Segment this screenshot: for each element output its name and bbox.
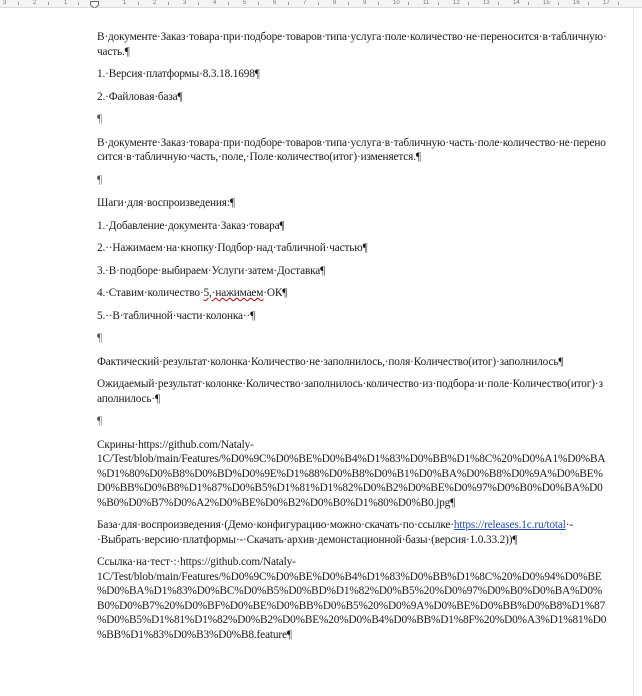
ruler-label: 3	[3, 0, 7, 6]
ruler-tick	[318, 2, 319, 5]
paragraph[interactable]: Ожидаемый·результат·колонке·Количество·з…	[97, 377, 607, 406]
paragraph[interactable]: 4.·Ставим·количество·5,·нажимаем·ОК¶	[97, 286, 607, 301]
ruler-tick	[228, 2, 229, 5]
releases-link[interactable]: https://releases.1c.ru/total	[454, 519, 566, 531]
ruler-label: 13	[483, 0, 490, 6]
empty-paragraph[interactable]: ¶	[97, 173, 607, 188]
ruler-tick	[18, 2, 19, 5]
paragraph-text: База·для·воспроизведения·(Демо·конфигура…	[97, 519, 454, 531]
paragraph[interactable]: Фактический·результат·колонка·Количество…	[97, 355, 607, 370]
document-body[interactable]: В·документе·Заказ·товара·при·подборе·тов…	[97, 30, 607, 642]
ruler-label: 8	[333, 0, 337, 6]
ruler-tick	[558, 2, 559, 5]
ruler-tick	[78, 2, 79, 5]
ruler-label: 7	[303, 0, 307, 6]
ruler-tick	[528, 2, 529, 5]
ruler-label: 10	[393, 0, 400, 6]
paragraph[interactable]: В·документе·Заказ·товара·при·подборе·тов…	[97, 30, 607, 59]
ruler-label: 9	[363, 0, 367, 6]
ruler-tick	[498, 2, 499, 5]
empty-paragraph[interactable]: ¶	[97, 331, 607, 346]
ruler-label: 3	[183, 0, 187, 6]
ruler-tick	[198, 2, 199, 5]
paragraph[interactable]: Скрины·https://github.com/Nataly-1C/Test…	[97, 438, 607, 511]
paragraph[interactable]: 1.·Добавление·документа·Заказ·товара¶	[97, 219, 607, 234]
page-edge	[633, 8, 634, 696]
ruler-label: 14	[513, 0, 520, 6]
ruler-label: 1	[64, 0, 68, 6]
ruler-label: 2	[153, 0, 157, 6]
ruler-label: 2	[33, 0, 37, 6]
paragraph[interactable]: Шаги·для·воспроизведения:¶	[97, 196, 607, 211]
paragraph[interactable]: Ссылка·на·тест·:·https://github.com/Nata…	[97, 555, 607, 642]
ruler-label: 17	[603, 0, 610, 6]
paragraph-text: 4.·Ставим·количество·	[97, 287, 204, 299]
paragraph[interactable]: В·документе·Заказ·товара·при·подборе·тов…	[97, 136, 607, 165]
ruler-label: 15	[543, 0, 550, 6]
paragraph[interactable]: 2.··Нажимаем·на·кнопку·Подбор·над·таблич…	[97, 241, 607, 256]
spelling-error-text[interactable]: 5,·нажимаем	[204, 287, 264, 299]
ruler-tick	[438, 2, 439, 5]
paragraph[interactable]: База·для·воспроизведения·(Демо·конфигура…	[97, 518, 607, 547]
ruler-label: 12	[453, 0, 460, 6]
ruler-label: 5	[243, 0, 247, 6]
paragraph-text: ·ОК¶	[263, 287, 288, 299]
ruler-tick	[378, 2, 379, 5]
paragraph[interactable]: 1.·Версия·платформы·8.3.18.1698¶	[97, 67, 607, 82]
ruler-tick	[168, 2, 169, 5]
paragraph[interactable]: 5.··В·табличной·части·колонка··¶	[97, 309, 607, 324]
ruler-label: 1	[123, 0, 127, 6]
ruler-tick	[348, 2, 349, 5]
ruler-tick	[588, 2, 589, 5]
ruler-tick	[618, 2, 619, 5]
ruler-tick	[258, 2, 259, 5]
ruler-label: 11	[423, 0, 430, 6]
empty-paragraph[interactable]: ¶	[97, 414, 607, 429]
ruler-tick	[48, 2, 49, 5]
ruler-label: 4	[213, 0, 217, 6]
empty-paragraph[interactable]: ¶	[97, 112, 607, 127]
ruler-tick	[468, 2, 469, 5]
ruler-tick	[138, 2, 139, 5]
paragraph[interactable]: 3.·В·подборе·выбираем·Услуги·затем·Доста…	[97, 264, 607, 279]
paragraph[interactable]: 2.·Файловая·база¶	[97, 90, 607, 105]
ruler-label: 16	[573, 0, 580, 6]
ruler-label: 6	[273, 0, 277, 6]
ruler-tick	[288, 2, 289, 5]
ruler-tick	[408, 2, 409, 5]
